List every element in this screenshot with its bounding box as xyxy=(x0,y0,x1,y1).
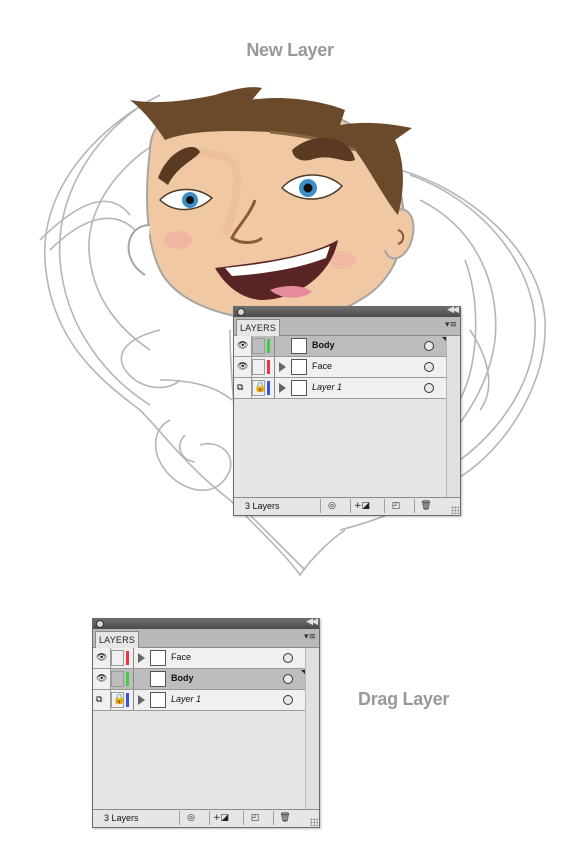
visibility-toggle[interactable]: 👁 xyxy=(234,336,252,356)
title-drag-layer: Drag Layer xyxy=(358,689,450,709)
collapse-icon[interactable]: ◀◀ xyxy=(447,305,459,315)
layers-panel-new: ◀◀ LAYERS ▾≡ 👁 Body 👁 Face ⧉ 🔒 Layer 1 3… xyxy=(233,305,461,516)
character-head xyxy=(127,87,415,323)
trash-icon[interactable]: 🗑 xyxy=(414,499,437,513)
target-circle-icon[interactable] xyxy=(424,341,434,351)
layer-name[interactable]: Body xyxy=(171,673,194,683)
row-separator xyxy=(133,669,134,689)
panel-footer: 3 Layers ◎ +◪ ◰ 🗑 xyxy=(93,809,319,827)
expand-triangle-icon[interactable] xyxy=(138,653,145,663)
layer-count: 3 Layers xyxy=(104,813,139,823)
row-separator xyxy=(133,690,134,710)
tab-layers[interactable]: LAYERS xyxy=(95,631,139,648)
layer-thumbnail xyxy=(291,380,307,396)
layer-color-blue xyxy=(126,693,129,707)
lock-toggle[interactable] xyxy=(111,671,124,687)
expand-triangle-icon[interactable] xyxy=(279,383,286,393)
panel-menu-icon[interactable]: ▾≡ xyxy=(445,320,457,330)
layer-row-face[interactable]: 👁 Face xyxy=(93,648,319,669)
layer-thumbnail xyxy=(150,650,166,666)
layer-row-layer-1[interactable]: ⧉ 🔒 Layer 1 xyxy=(93,690,319,711)
new-sublayer-icon[interactable]: +◪ xyxy=(209,811,232,825)
new-sublayer-icon[interactable]: +◪ xyxy=(350,499,373,513)
visibility-toggle[interactable]: 👁 xyxy=(234,357,252,377)
layer-thumbnail xyxy=(150,692,166,708)
resize-grip-icon[interactable] xyxy=(451,506,459,514)
lock-toggle[interactable]: 🔒 xyxy=(111,692,126,708)
panel-footer: 3 Layers ◎ +◪ ◰ 🗑 xyxy=(234,497,460,515)
template-icon: ⧉ xyxy=(237,382,244,392)
layers-list: 👁 Body 👁 Face ⧉ 🔒 Layer 1 xyxy=(234,336,460,399)
layer-name[interactable]: Face xyxy=(312,361,332,371)
layer-thumbnail xyxy=(291,359,307,375)
panel-tabbar: LAYERS ▾≡ xyxy=(93,629,319,648)
row-separator xyxy=(274,357,275,377)
template-icon: ⧉ xyxy=(96,694,103,704)
layers-list: 👁 Face 👁 Body ⧉ 🔒 Layer 1 xyxy=(93,648,319,711)
layer-count: 3 Layers xyxy=(245,501,280,511)
panel-titlebar[interactable]: ◀◀ xyxy=(234,305,460,317)
visibility-toggle[interactable]: ⧉ xyxy=(234,378,252,398)
expand-triangle-icon[interactable] xyxy=(138,695,145,705)
lock-icon: 🔒 xyxy=(254,382,267,393)
eye-icon: 👁 xyxy=(237,361,249,371)
lock-toggle[interactable] xyxy=(252,338,265,354)
resize-grip-icon[interactable] xyxy=(310,818,318,826)
close-icon[interactable] xyxy=(237,308,245,316)
row-separator xyxy=(133,648,134,668)
layer-color-red xyxy=(126,651,129,665)
expand-triangle-icon[interactable] xyxy=(279,362,286,372)
visibility-toggle[interactable]: 👁 xyxy=(93,648,111,668)
trash-icon[interactable]: 🗑 xyxy=(273,811,296,825)
layer-color-green xyxy=(126,672,129,686)
panel-menu-icon[interactable]: ▾≡ xyxy=(304,632,316,642)
layer-row-face[interactable]: 👁 Face xyxy=(234,357,460,378)
target-circle-icon[interactable] xyxy=(424,362,434,372)
layer-name[interactable]: Body xyxy=(312,340,335,350)
eye-icon: 👁 xyxy=(237,340,249,350)
layer-name[interactable]: Face xyxy=(171,652,191,662)
lock-toggle[interactable] xyxy=(111,650,124,666)
visibility-toggle[interactable]: 👁 xyxy=(93,669,111,689)
collapse-icon[interactable]: ◀◀ xyxy=(306,617,318,627)
target-circle-icon[interactable] xyxy=(283,653,293,663)
layer-row-body[interactable]: 👁 Body xyxy=(93,669,319,690)
panel-tabbar: LAYERS ▾≡ xyxy=(234,317,460,336)
eye-icon: 👁 xyxy=(96,652,108,662)
layer-row-body[interactable]: 👁 Body xyxy=(234,336,460,357)
lock-icon: 🔒 xyxy=(113,694,126,705)
layer-color-green xyxy=(267,339,270,353)
visibility-toggle[interactable]: ⧉ xyxy=(93,690,111,710)
layer-thumbnail xyxy=(150,671,166,687)
layer-row-layer-1[interactable]: ⧉ 🔒 Layer 1 xyxy=(234,378,460,399)
eye-icon: 👁 xyxy=(96,673,108,683)
layers-panel-drag: ◀◀ LAYERS ▾≡ 👁 Face 👁 Body ⧉ 🔒 Layer 1 3… xyxy=(92,617,320,828)
new-layer-icon[interactable]: ◰ xyxy=(243,811,266,825)
row-separator xyxy=(274,378,275,398)
layer-name[interactable]: Layer 1 xyxy=(312,382,342,392)
scrollbar[interactable] xyxy=(446,336,460,497)
make-clipping-mask-icon[interactable]: ◎ xyxy=(179,811,202,825)
target-circle-icon[interactable] xyxy=(283,695,293,705)
lock-toggle[interactable] xyxy=(252,359,265,375)
tab-layers[interactable]: LAYERS xyxy=(236,319,280,336)
layer-color-blue xyxy=(267,381,270,395)
target-circle-icon[interactable] xyxy=(424,383,434,393)
panel-titlebar[interactable]: ◀◀ xyxy=(93,617,319,629)
new-layer-icon[interactable]: ◰ xyxy=(384,499,407,513)
make-clipping-mask-icon[interactable]: ◎ xyxy=(320,499,343,513)
lock-toggle[interactable]: 🔒 xyxy=(252,380,267,396)
target-circle-icon[interactable] xyxy=(283,674,293,684)
row-separator xyxy=(274,336,275,356)
layer-thumbnail xyxy=(291,338,307,354)
layer-color-red xyxy=(267,360,270,374)
close-icon[interactable] xyxy=(96,620,104,628)
layer-name[interactable]: Layer 1 xyxy=(171,694,201,704)
scrollbar[interactable] xyxy=(305,648,319,809)
